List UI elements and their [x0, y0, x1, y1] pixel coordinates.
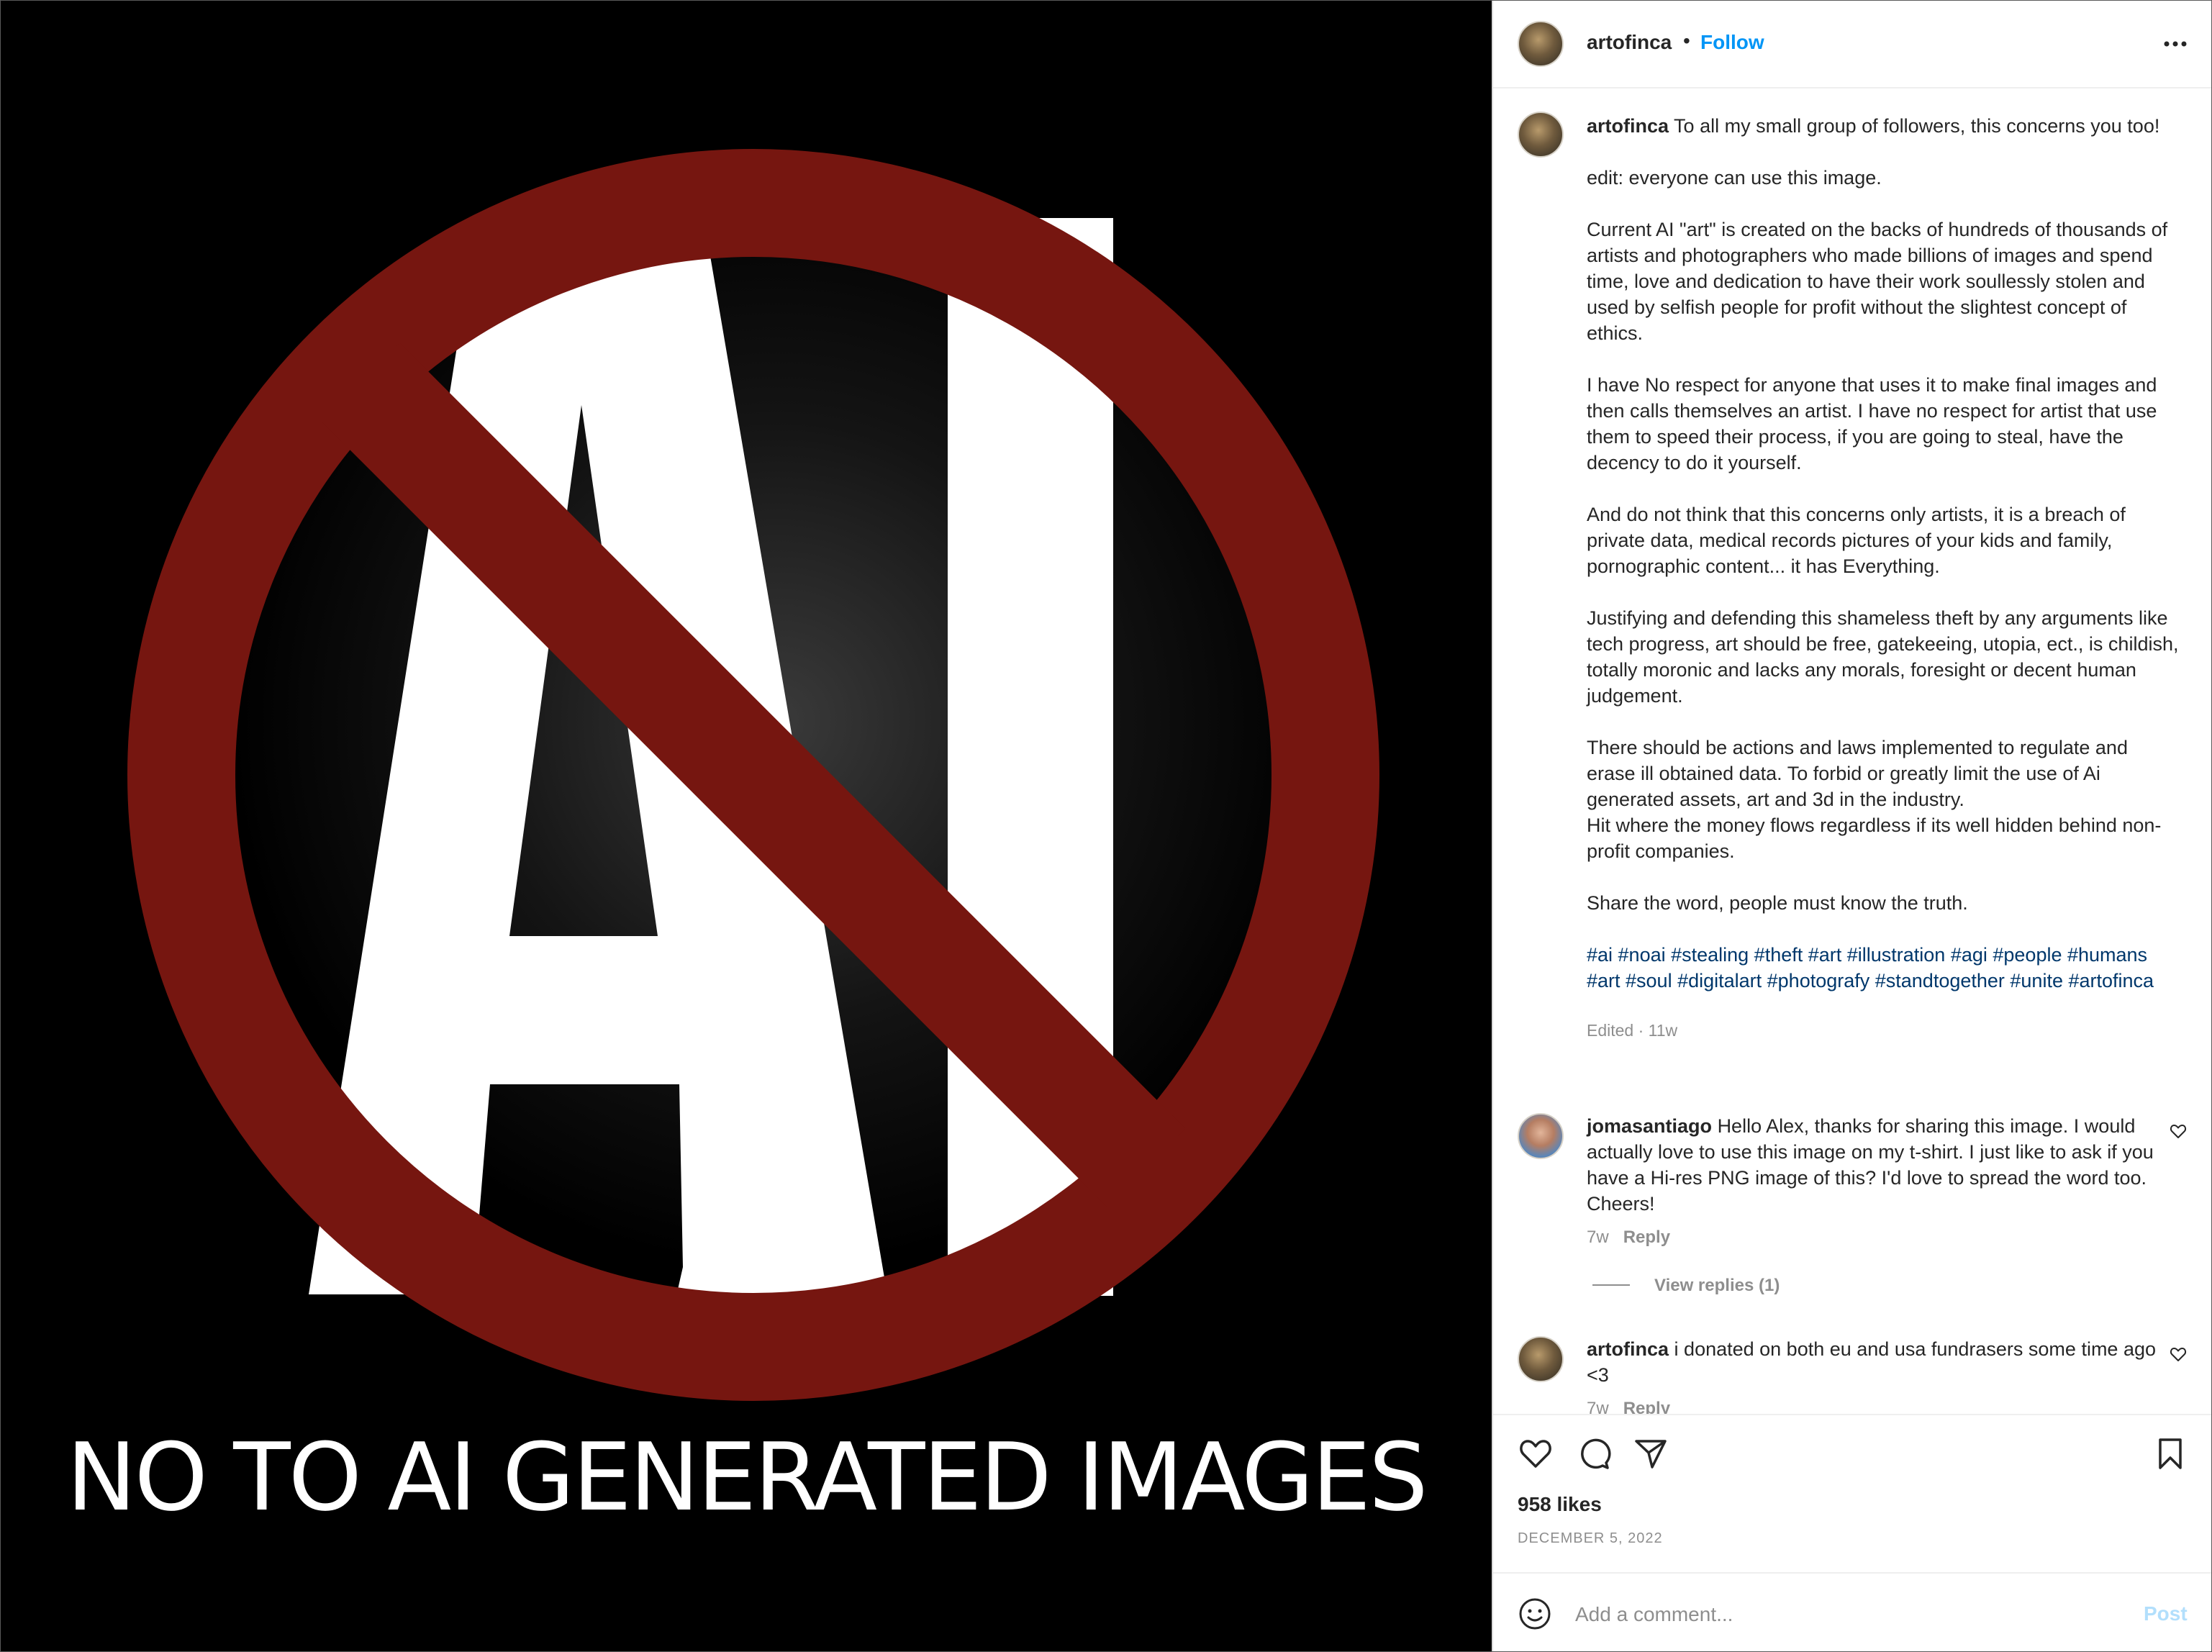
instagram-post-window: NO TO AI GENERATED IMAGES artofinca • Fo… — [0, 0, 2212, 1652]
view-replies-button[interactable]: View replies (1) — [1592, 1276, 1780, 1296]
comment-time: 7w — [1587, 1227, 1609, 1247]
follow-button[interactable]: Follow — [1700, 31, 1764, 54]
replies-line — [1592, 1284, 1630, 1286]
view-replies-label: View replies (1) — [1654, 1276, 1780, 1295]
caption-paragraph: edit: everyone can use this image. — [1587, 167, 1882, 189]
comment-body: artofinca i donated on both eu and usa f… — [1587, 1336, 2162, 1414]
caption-paragraph: Justifying and defending this shameless … — [1587, 607, 2179, 707]
avatar[interactable] — [1518, 112, 1564, 158]
emoji-icon[interactable] — [1518, 1597, 1552, 1631]
post-button[interactable]: Post — [2144, 1602, 2188, 1625]
add-comment-bar: Post — [1493, 1572, 2211, 1651]
comments-scroll-area[interactable]: artofinca To all my small group of follo… — [1493, 88, 2211, 1414]
post-header: artofinca • Follow — [1493, 1, 2211, 88]
post-date: DECEMBER 5, 2022 — [1518, 1530, 1663, 1546]
caption-paragraph: There should be actions and laws impleme… — [1587, 737, 2128, 810]
avatar[interactable] — [1518, 1336, 1564, 1382]
comment-username[interactable]: artofinca — [1587, 1338, 1669, 1360]
caption-username[interactable]: artofinca — [1587, 115, 1669, 137]
reply-button[interactable]: Reply — [1623, 1399, 1670, 1414]
comment-body: jomasantiago Hello Alex, thanks for shar… — [1587, 1113, 2162, 1248]
caption-paragraph: Hit where the money flows regardless if … — [1587, 814, 2162, 862]
no-ai-sign-graphic — [1, 1, 1492, 1651]
reply-button[interactable]: Reply — [1623, 1227, 1670, 1247]
more-horizontal-icon[interactable] — [2161, 31, 2190, 57]
comment-time: 7w — [1587, 1399, 1609, 1414]
comment-username[interactable]: jomasantiago — [1587, 1115, 1712, 1137]
comment-text: i donated on both eu and usa fundrasers … — [1587, 1338, 2156, 1386]
comment-icon[interactable] — [1575, 1435, 1611, 1471]
like-comment-heart-icon[interactable] — [2170, 1123, 2187, 1139]
caption-meta: Edited · 11w — [1587, 1021, 1678, 1040]
comment-meta: 7w Reply — [1587, 1227, 2162, 1248]
image-caption-text: NO TO AI GENERATED IMAGES — [66, 1422, 1428, 1532]
post-actions: 958 likes DECEMBER 5, 2022 — [1493, 1414, 2211, 1574]
caption-paragraph: To all my small group of followers, this… — [1674, 115, 2160, 137]
comment-meta: 7w Reply — [1587, 1398, 2162, 1414]
caption-paragraph: Share the word, people must know the tru… — [1587, 892, 1968, 914]
share-icon[interactable] — [1633, 1435, 1669, 1471]
likes-count[interactable]: 958 likes — [1518, 1493, 1602, 1516]
post-side-panel: artofinca • Follow artofinca To all my s… — [1492, 1, 2211, 1651]
author-username[interactable]: artofinca — [1587, 31, 1672, 54]
avatar[interactable] — [1518, 1113, 1564, 1159]
heart-icon[interactable] — [1518, 1435, 1554, 1471]
caption-hashtags[interactable]: #ai #noai #stealing #theft #art #illustr… — [1587, 942, 2181, 994]
header-separator: • — [1683, 30, 1690, 52]
caption-text: artofinca To all my small group of follo… — [1587, 113, 2181, 1041]
like-comment-heart-icon[interactable] — [2170, 1346, 2187, 1362]
caption-paragraph: I have No respect for anyone that uses i… — [1587, 374, 2157, 473]
caption-paragraph: Current AI "art" is created on the backs… — [1587, 219, 2168, 344]
comment-input[interactable] — [1574, 1594, 2080, 1635]
post-image[interactable]: NO TO AI GENERATED IMAGES — [1, 1, 1492, 1651]
caption-paragraph: And do not think that this concerns only… — [1587, 504, 2126, 577]
bookmark-icon[interactable] — [2152, 1435, 2188, 1471]
avatar[interactable] — [1518, 21, 1564, 67]
